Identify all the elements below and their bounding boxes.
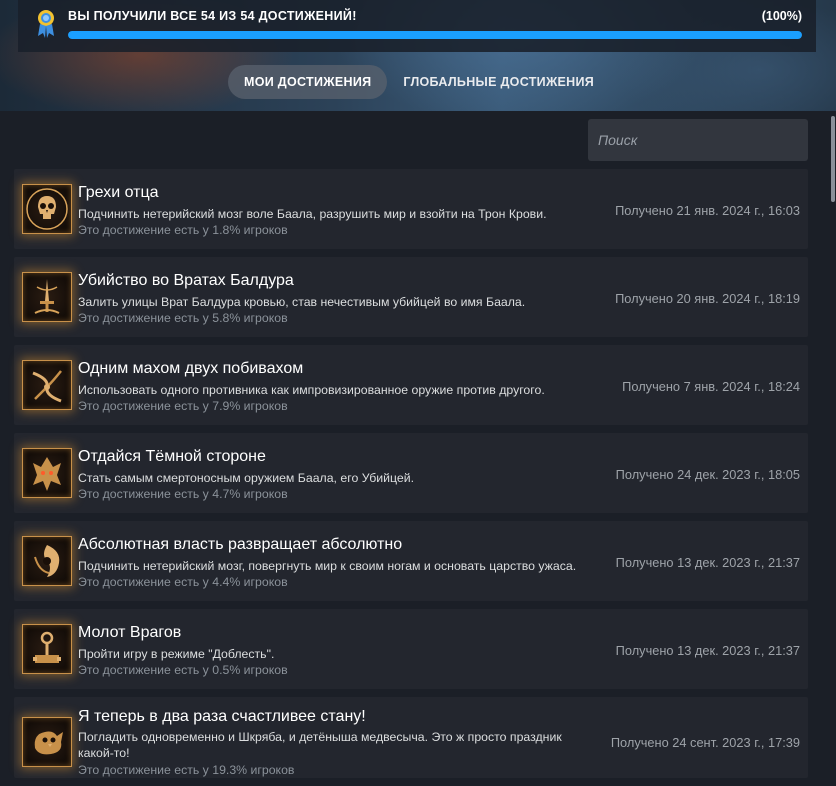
achievement-date: Получено 24 дек. 2023 г., 18:05 bbox=[615, 467, 800, 482]
achievement-row[interactable]: Я теперь в два раза счастливее стану! По… bbox=[14, 697, 808, 778]
achievement-rarity: Это достижение есть у 1.8% игроков bbox=[78, 223, 288, 237]
achievement-date: Получено 7 янв. 2024 г., 18:24 bbox=[622, 379, 800, 394]
owlbear-icon bbox=[22, 717, 72, 767]
achievement-list: Грехи отца Подчинить нетерийский мозг во… bbox=[14, 169, 808, 786]
achievement-rarity: Это достижение есть у 19.3% игроков bbox=[78, 763, 295, 777]
achievement-date: Получено 20 янв. 2024 г., 18:19 bbox=[615, 291, 800, 306]
search-input[interactable] bbox=[588, 119, 808, 161]
achievement-title: Грехи отца bbox=[78, 184, 159, 201]
tab-my-achievements[interactable]: МОИ ДОСТИЖЕНИЯ bbox=[228, 65, 388, 99]
tab-global-achievements[interactable]: ГЛОБАЛЬНЫЕ ДОСТИЖЕНИЯ bbox=[387, 65, 610, 99]
throw-icon bbox=[22, 360, 72, 410]
achievement-title: Абсолютная власть развращает абсолютно bbox=[78, 536, 403, 553]
achievement-title: Убийство во Вратах Балдура bbox=[78, 272, 294, 289]
achievement-rarity: Это достижение есть у 4.7% игроков bbox=[78, 487, 288, 501]
slayer-icon bbox=[22, 448, 72, 498]
achievement-description: Использовать одного противника как импро… bbox=[78, 383, 545, 397]
skull-icon bbox=[22, 184, 72, 234]
achievement-summary: ВЫ ПОЛУЧИЛИ ВСЕ 54 ИЗ 54 ДОСТИЖЕНИЙ! (10… bbox=[18, 0, 816, 52]
achievement-description: Залить улицы Врат Балдура кровью, став н… bbox=[78, 295, 526, 309]
scrollbar-track[interactable] bbox=[826, 111, 836, 786]
achievement-description: Подчинить нетерийский мозг воле Баала, р… bbox=[78, 207, 547, 221]
achievement-title: Одним махом двух побивахом bbox=[78, 360, 304, 377]
achievement-row[interactable]: Молот Врагов Пройти игру в режиме "Добле… bbox=[14, 609, 808, 689]
achievement-description: Подчинить нетерийский мозг, повергнуть м… bbox=[78, 559, 577, 573]
absolute-icon bbox=[22, 536, 72, 586]
achievement-rarity: Это достижение есть у 7.9% игроков bbox=[78, 399, 288, 413]
summary-percent: (100%) bbox=[761, 9, 802, 23]
achievement-row[interactable]: Убийство во Вратах Балдура Залить улицы … bbox=[14, 257, 808, 337]
progress-fill bbox=[68, 31, 802, 39]
summary-text: ВЫ ПОЛУЧИЛИ ВСЕ 54 ИЗ 54 ДОСТИЖЕНИЙ! bbox=[68, 9, 357, 23]
progress-bar bbox=[68, 31, 802, 39]
achievement-date: Получено 13 дек. 2023 г., 21:37 bbox=[615, 555, 800, 570]
achievement-rarity: Это достижение есть у 5.8% игроков bbox=[78, 311, 288, 325]
achievement-rarity: Это достижение есть у 0.5% игроков bbox=[78, 663, 288, 677]
achievement-row[interactable]: Грехи отца Подчинить нетерийский мозг во… bbox=[14, 169, 808, 249]
achievement-title: Молот Врагов bbox=[78, 624, 182, 641]
achievement-row[interactable]: Одним махом двух побивахом Использовать … bbox=[14, 345, 808, 425]
hammer-icon bbox=[22, 624, 72, 674]
achievement-title: Я теперь в два раза счастливее стану! bbox=[78, 708, 366, 725]
achievement-tabs: МОИ ДОСТИЖЕНИЯ ГЛОБАЛЬНЫЕ ДОСТИЖЕНИЯ bbox=[228, 65, 610, 99]
scrollbar-thumb[interactable] bbox=[831, 116, 835, 202]
achievement-date: Получено 24 сент. 2023 г., 17:39 bbox=[610, 735, 800, 750]
achievement-description: Стать самым смертоносным оружием Баала, … bbox=[78, 471, 415, 485]
achievement-row[interactable]: Абсолютная власть развращает абсолютно П… bbox=[14, 521, 808, 601]
achievement-date: Получено 21 янв. 2024 г., 16:03 bbox=[615, 203, 800, 218]
achievement-rarity: Это достижение есть у 4.4% игроков bbox=[78, 575, 288, 589]
award-ribbon-icon bbox=[35, 8, 57, 38]
achievement-row[interactable]: Отдайся Тёмной стороне Стать самым смерт… bbox=[14, 433, 808, 513]
achievement-description: Пройти игру в режиме "Доблесть". bbox=[78, 647, 275, 661]
achievement-title: Отдайся Тёмной стороне bbox=[78, 448, 266, 465]
achievement-date: Получено 13 дек. 2023 г., 21:37 bbox=[615, 643, 800, 658]
dagger-icon bbox=[22, 272, 72, 322]
achievement-description: Погладить одновременно и Шкряба, и детён… bbox=[78, 730, 562, 760]
